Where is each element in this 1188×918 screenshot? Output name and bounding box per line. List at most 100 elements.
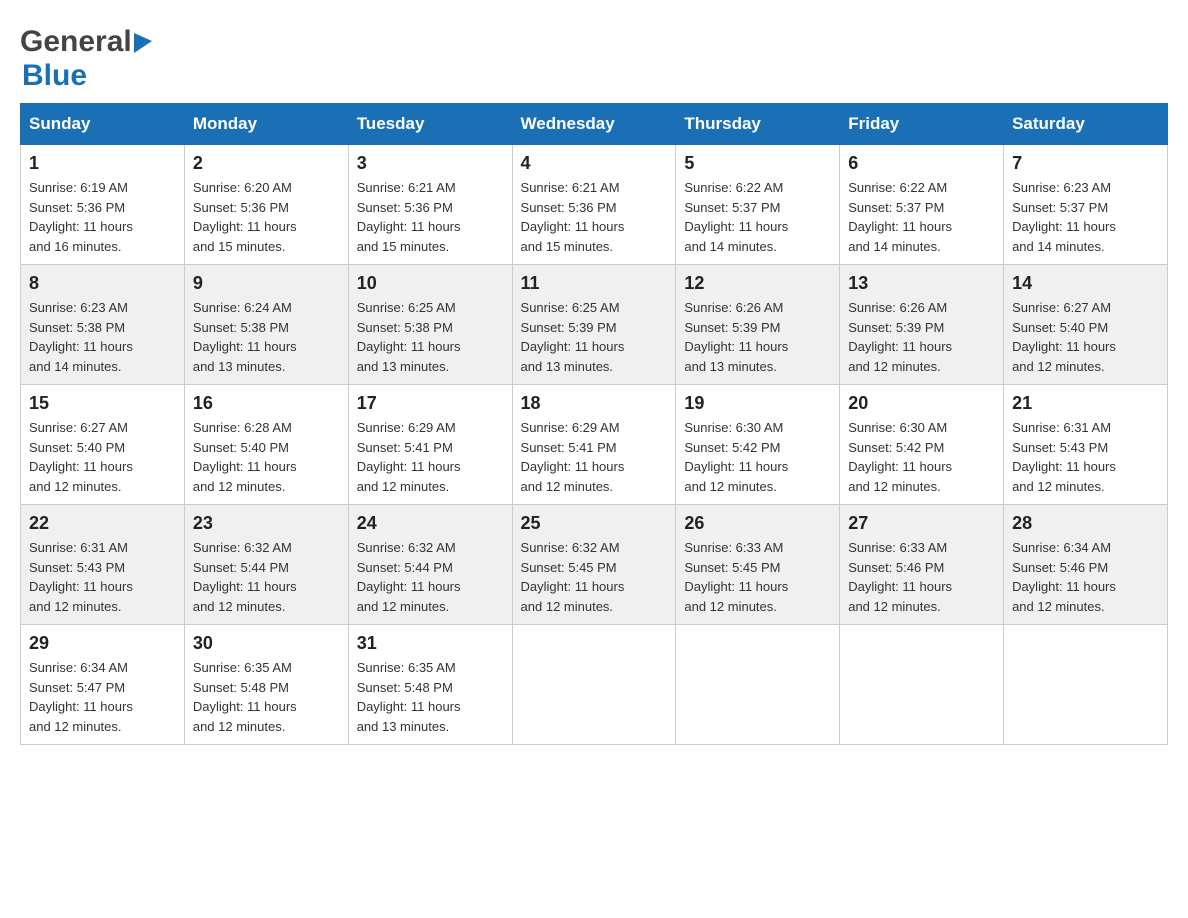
- day-number: 7: [1012, 153, 1159, 174]
- calendar-cell: 23 Sunrise: 6:32 AMSunset: 5:44 PMDayligh…: [184, 505, 348, 625]
- calendar-week-row: 29 Sunrise: 6:34 AMSunset: 5:47 PMDayligh…: [21, 625, 1168, 745]
- day-info: Sunrise: 6:35 AMSunset: 5:48 PMDaylight:…: [193, 658, 340, 736]
- day-number: 14: [1012, 273, 1159, 294]
- day-info: Sunrise: 6:21 AMSunset: 5:36 PMDaylight:…: [521, 178, 668, 256]
- day-info: Sunrise: 6:35 AMSunset: 5:48 PMDaylight:…: [357, 658, 504, 736]
- weekday-header-friday: Friday: [840, 104, 1004, 145]
- day-info: Sunrise: 6:34 AMSunset: 5:47 PMDaylight:…: [29, 658, 176, 736]
- calendar-cell: 5Sunrise: 6:22 AMSunset: 5:37 PMDaylight…: [676, 145, 840, 265]
- weekday-header-saturday: Saturday: [1004, 104, 1168, 145]
- day-info: Sunrise: 6:28 AMSunset: 5:40 PMDaylight:…: [193, 418, 340, 496]
- logo-triangle-icon: [134, 33, 152, 53]
- day-info: Sunrise: 6:34 AMSunset: 5:46 PMDaylight:…: [1012, 538, 1159, 616]
- day-number: 27: [848, 513, 995, 534]
- calendar-cell: 25 Sunrise: 6:32 AMSunset: 5:45 PMDayligh…: [512, 505, 676, 625]
- calendar-cell: 15 Sunrise: 6:27 AMSunset: 5:40 PMDayligh…: [21, 385, 185, 505]
- day-info: Sunrise: 6:32 AMSunset: 5:45 PMDaylight:…: [521, 538, 668, 616]
- calendar-cell: 12 Sunrise: 6:26 AMSunset: 5:39 PMDayligh…: [676, 265, 840, 385]
- day-info: Sunrise: 6:29 AMSunset: 5:41 PMDaylight:…: [521, 418, 668, 496]
- day-info: Sunrise: 6:19 AMSunset: 5:36 PMDaylight:…: [29, 178, 176, 256]
- day-info: Sunrise: 6:33 AMSunset: 5:45 PMDaylight:…: [684, 538, 831, 616]
- calendar-cell: 9 Sunrise: 6:24 AMSunset: 5:38 PMDaylight…: [184, 265, 348, 385]
- calendar-week-row: 15 Sunrise: 6:27 AMSunset: 5:40 PMDayligh…: [21, 385, 1168, 505]
- day-info: Sunrise: 6:26 AMSunset: 5:39 PMDaylight:…: [684, 298, 831, 376]
- day-info: Sunrise: 6:24 AMSunset: 5:38 PMDaylight:…: [193, 298, 340, 376]
- day-number: 2: [193, 153, 340, 174]
- calendar-week-row: 1Sunrise: 6:19 AMSunset: 5:36 PMDaylight…: [21, 145, 1168, 265]
- day-info: Sunrise: 6:20 AMSunset: 5:36 PMDaylight:…: [193, 178, 340, 256]
- day-info: Sunrise: 6:22 AMSunset: 5:37 PMDaylight:…: [848, 178, 995, 256]
- day-number: 31: [357, 633, 504, 654]
- day-info: Sunrise: 6:32 AMSunset: 5:44 PMDaylight:…: [193, 538, 340, 616]
- weekday-header-thursday: Thursday: [676, 104, 840, 145]
- day-number: 6: [848, 153, 995, 174]
- calendar-cell: 17 Sunrise: 6:29 AMSunset: 5:41 PMDayligh…: [348, 385, 512, 505]
- day-number: 12: [684, 273, 831, 294]
- calendar-cell: [840, 625, 1004, 745]
- calendar-cell: 13 Sunrise: 6:26 AMSunset: 5:39 PMDayligh…: [840, 265, 1004, 385]
- calendar-header-row: SundayMondayTuesdayWednesdayThursdayFrid…: [21, 104, 1168, 145]
- calendar-cell: 21 Sunrise: 6:31 AMSunset: 5:43 PMDayligh…: [1004, 385, 1168, 505]
- calendar-cell: 29 Sunrise: 6:34 AMSunset: 5:47 PMDayligh…: [21, 625, 185, 745]
- day-info: Sunrise: 6:30 AMSunset: 5:42 PMDaylight:…: [684, 418, 831, 496]
- day-number: 29: [29, 633, 176, 654]
- calendar-cell: 18 Sunrise: 6:29 AMSunset: 5:41 PMDayligh…: [512, 385, 676, 505]
- calendar-cell: [676, 625, 840, 745]
- calendar-cell: 7 Sunrise: 6:23 AMSunset: 5:37 PMDaylight…: [1004, 145, 1168, 265]
- day-number: 4: [521, 153, 668, 174]
- day-info: Sunrise: 6:23 AMSunset: 5:37 PMDaylight:…: [1012, 178, 1159, 256]
- calendar-table: SundayMondayTuesdayWednesdayThursdayFrid…: [20, 103, 1168, 745]
- calendar-cell: 26 Sunrise: 6:33 AMSunset: 5:45 PMDayligh…: [676, 505, 840, 625]
- day-number: 17: [357, 393, 504, 414]
- calendar-cell: [1004, 625, 1168, 745]
- day-number: 16: [193, 393, 340, 414]
- calendar-cell: 14 Sunrise: 6:27 AMSunset: 5:40 PMDayligh…: [1004, 265, 1168, 385]
- calendar-cell: 22 Sunrise: 6:31 AMSunset: 5:43 PMDayligh…: [21, 505, 185, 625]
- calendar-cell: 31 Sunrise: 6:35 AMSunset: 5:48 PMDayligh…: [348, 625, 512, 745]
- calendar-cell: 4 Sunrise: 6:21 AMSunset: 5:36 PMDaylight…: [512, 145, 676, 265]
- day-number: 13: [848, 273, 995, 294]
- day-info: Sunrise: 6:23 AMSunset: 5:38 PMDaylight:…: [29, 298, 176, 376]
- day-info: Sunrise: 6:31 AMSunset: 5:43 PMDaylight:…: [29, 538, 176, 616]
- day-info: Sunrise: 6:29 AMSunset: 5:41 PMDaylight:…: [357, 418, 504, 496]
- day-number: 24: [357, 513, 504, 534]
- day-info: Sunrise: 6:25 AMSunset: 5:39 PMDaylight:…: [521, 298, 668, 376]
- calendar-cell: 19Sunrise: 6:30 AMSunset: 5:42 PMDayligh…: [676, 385, 840, 505]
- day-info: Sunrise: 6:33 AMSunset: 5:46 PMDaylight:…: [848, 538, 995, 616]
- calendar-cell: 27 Sunrise: 6:33 AMSunset: 5:46 PMDayligh…: [840, 505, 1004, 625]
- calendar-cell: 10Sunrise: 6:25 AMSunset: 5:38 PMDayligh…: [348, 265, 512, 385]
- weekday-header-sunday: Sunday: [21, 104, 185, 145]
- day-number: 25: [521, 513, 668, 534]
- day-number: 15: [29, 393, 176, 414]
- calendar-cell: 30 Sunrise: 6:35 AMSunset: 5:48 PMDayligh…: [184, 625, 348, 745]
- day-number: 8: [29, 273, 176, 294]
- calendar-cell: 8 Sunrise: 6:23 AMSunset: 5:38 PMDaylight…: [21, 265, 185, 385]
- calendar-cell: 1Sunrise: 6:19 AMSunset: 5:36 PMDaylight…: [21, 145, 185, 265]
- day-info: Sunrise: 6:26 AMSunset: 5:39 PMDaylight:…: [848, 298, 995, 376]
- day-info: Sunrise: 6:22 AMSunset: 5:37 PMDaylight:…: [684, 178, 831, 256]
- day-info: Sunrise: 6:31 AMSunset: 5:43 PMDaylight:…: [1012, 418, 1159, 496]
- calendar-cell: 16 Sunrise: 6:28 AMSunset: 5:40 PMDayligh…: [184, 385, 348, 505]
- weekday-header-tuesday: Tuesday: [348, 104, 512, 145]
- day-number: 11: [521, 273, 668, 294]
- day-number: 18: [521, 393, 668, 414]
- logo-blue-text: Blue: [22, 59, 87, 93]
- day-number: 9: [193, 273, 340, 294]
- day-info: Sunrise: 6:25 AMSunset: 5:38 PMDaylight:…: [357, 298, 504, 376]
- day-number: 26: [684, 513, 831, 534]
- logo-general-text: General: [20, 25, 132, 59]
- calendar-cell: 3Sunrise: 6:21 AMSunset: 5:36 PMDaylight…: [348, 145, 512, 265]
- day-number: 30: [193, 633, 340, 654]
- day-info: Sunrise: 6:27 AMSunset: 5:40 PMDaylight:…: [1012, 298, 1159, 376]
- day-number: 21: [1012, 393, 1159, 414]
- day-info: Sunrise: 6:32 AMSunset: 5:44 PMDaylight:…: [357, 538, 504, 616]
- calendar-cell: 28Sunrise: 6:34 AMSunset: 5:46 PMDayligh…: [1004, 505, 1168, 625]
- day-number: 22: [29, 513, 176, 534]
- day-number: 23: [193, 513, 340, 534]
- calendar-cell: 11 Sunrise: 6:25 AMSunset: 5:39 PMDayligh…: [512, 265, 676, 385]
- calendar-cell: 24 Sunrise: 6:32 AMSunset: 5:44 PMDayligh…: [348, 505, 512, 625]
- day-info: Sunrise: 6:27 AMSunset: 5:40 PMDaylight:…: [29, 418, 176, 496]
- calendar-cell: 2 Sunrise: 6:20 AMSunset: 5:36 PMDaylight…: [184, 145, 348, 265]
- calendar-week-row: 22 Sunrise: 6:31 AMSunset: 5:43 PMDayligh…: [21, 505, 1168, 625]
- day-number: 20: [848, 393, 995, 414]
